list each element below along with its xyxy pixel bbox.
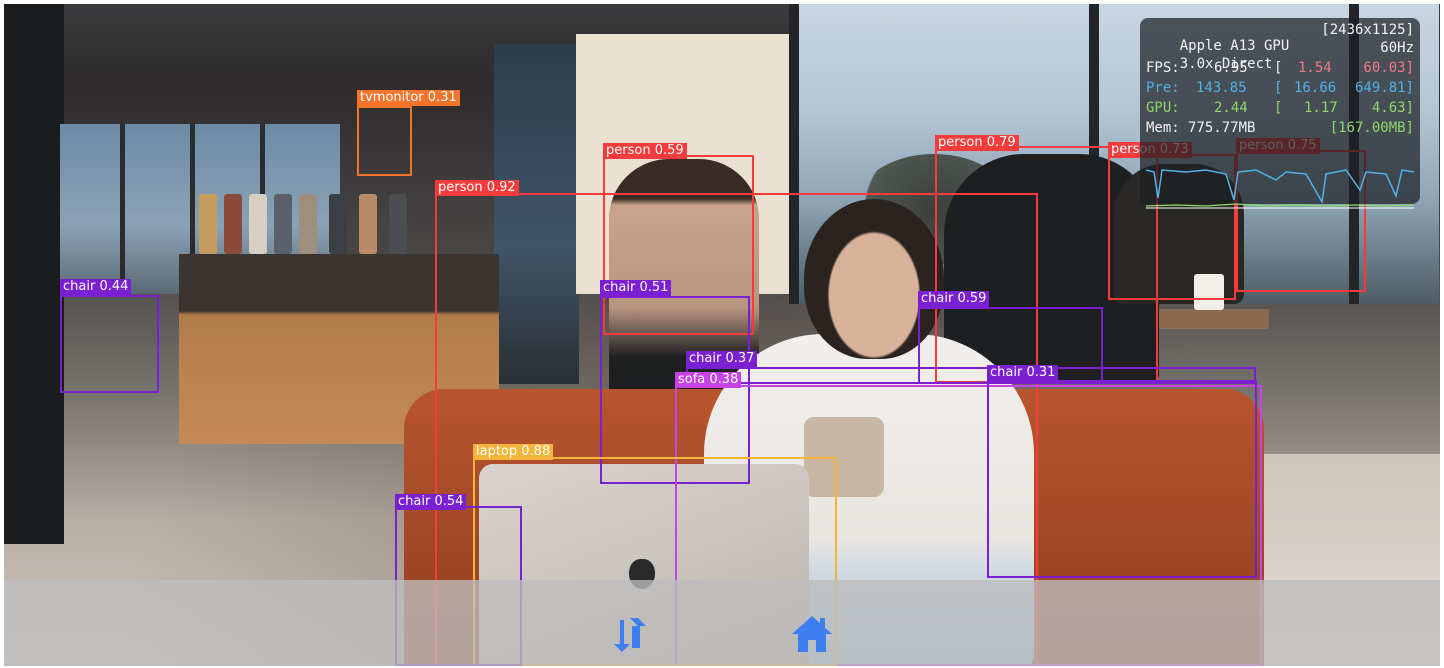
gpu-value: 2.44 [1214,100,1248,116]
detection-label: tvmonitor 0.31 [357,90,460,106]
detection-label: laptop 0.88 [473,444,554,460]
detection-label: person 0.79 [935,135,1019,151]
gpu-sep: [ [1274,100,1283,116]
detection-box-chair [987,380,1257,578]
detection-label: chair 0.59 [918,291,990,307]
switch-camera-icon [614,618,646,652]
fps-label: FPS: [1146,60,1180,76]
gpu-label: GPU: [1146,100,1180,116]
detection-label: person 0.59 [603,143,687,159]
frame-time-graph [1146,169,1414,209]
gpu-min: 1.17 [1304,100,1338,116]
home-button[interactable] [790,612,834,656]
detection-label: chair 0.44 [60,279,132,295]
pre-min: 16.66 [1294,80,1337,96]
detection-label: chair 0.31 [987,365,1059,381]
pre-max: 649.81] [1354,80,1414,96]
detection-label: chair 0.37 [686,351,758,367]
gpu-max: 4.63] [1371,100,1414,116]
mem-extra: [167.00MB] [1329,120,1414,136]
fps-min: 1.54 [1298,60,1332,76]
fps-value: 6.95 [1214,60,1248,76]
detection-box-tvmonitor [357,106,412,176]
pre-sep: [ [1274,80,1283,96]
performance-stats-panel: Apple A13 GPU [2436x1125] 3.0x Direct 60… [1140,18,1420,209]
home-icon [792,616,832,652]
mem-label: Mem: [1146,120,1180,136]
detection-label: sofa 0.38 [675,372,742,388]
detection-label: chair 0.51 [600,280,672,296]
fps-sep: [ [1274,60,1283,76]
refresh-rate: 60Hz [1380,40,1414,56]
detection-label: chair 0.54 [395,494,467,510]
fps-max: 60.03] [1363,60,1414,76]
detection-box-chair [60,295,159,393]
pre-value: 143.85 [1196,80,1247,96]
resolution: [2436x1125] [1321,22,1414,38]
switch-camera-button[interactable] [608,612,652,656]
pre-label: Pre: [1146,80,1180,96]
bottom-toolbar [4,580,1440,666]
detection-label: person 0.92 [435,180,519,196]
mem-value: 775.77MB [1188,120,1256,136]
